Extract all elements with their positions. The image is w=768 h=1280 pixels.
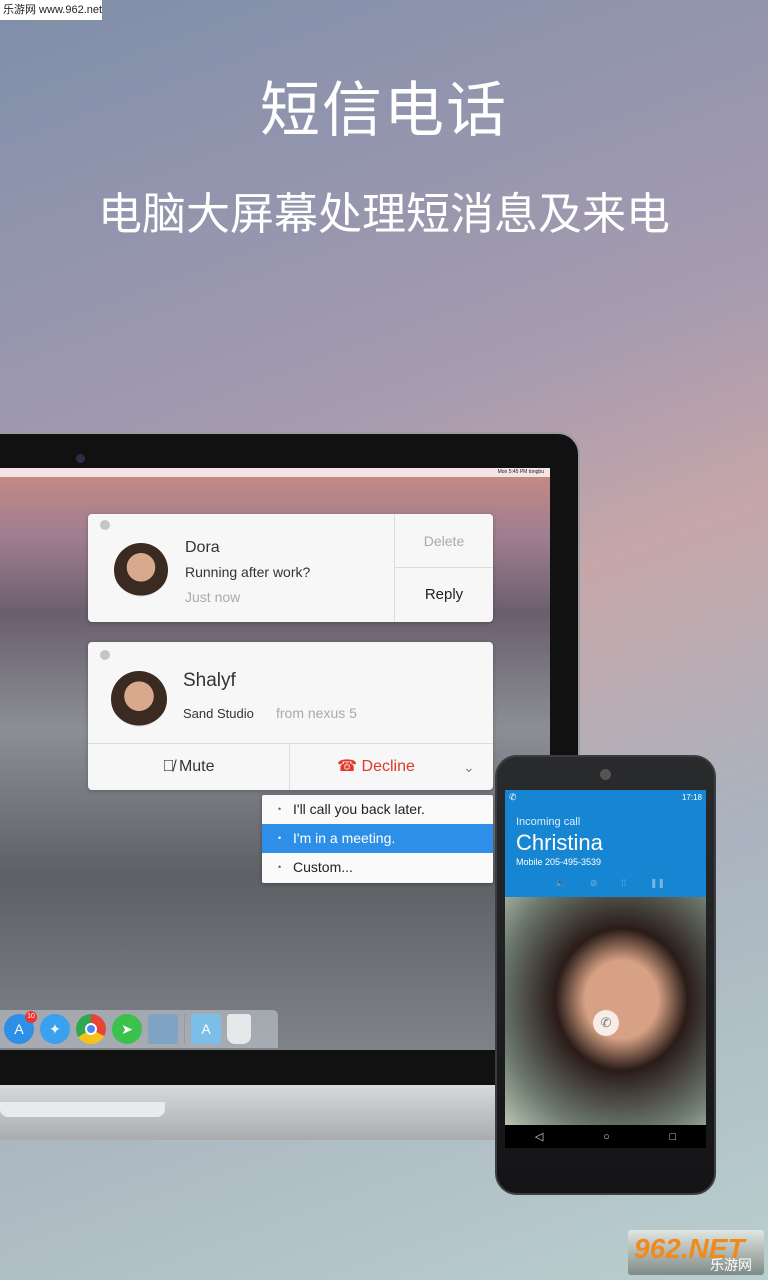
- message-time: Just now: [185, 589, 241, 605]
- status-dot: [100, 520, 110, 530]
- airdroid-icon[interactable]: ➤: [112, 1014, 142, 1044]
- applications-folder-icon[interactable]: A: [191, 1014, 221, 1044]
- logo-sub: 乐游网: [710, 1257, 752, 1273]
- page-title: 短信电话: [260, 76, 508, 146]
- message-notification: Dora Running after work? Just now Delete…: [88, 514, 493, 622]
- mute-icon[interactable]: ⊘: [590, 878, 598, 889]
- caller-photo: ✆: [505, 897, 706, 1125]
- menu-item[interactable]: Custom...: [262, 853, 493, 882]
- menu-item-label: I'll call you back later.: [293, 801, 425, 817]
- recents-icon[interactable]: □: [669, 1131, 676, 1143]
- answer-call-icon[interactable]: ✆: [593, 1010, 619, 1036]
- caller-name: Christina: [516, 830, 603, 855]
- sender-name: Dora: [185, 539, 220, 556]
- camera-icon: [76, 454, 85, 463]
- reply-button[interactable]: Reply: [395, 568, 493, 622]
- decline-label: Decline: [361, 758, 415, 775]
- avatar: [114, 543, 168, 597]
- watermark: 乐游网 www.962.net: [0, 0, 102, 20]
- phone-icon: ✆: [509, 792, 517, 802]
- chevron-down-icon[interactable]: ⌄: [463, 744, 493, 790]
- mute-icon: 🎙̸: [162, 758, 175, 775]
- menu-item-label: I'm in a meeting.: [293, 830, 396, 846]
- hold-icon[interactable]: ❚❚: [650, 878, 665, 889]
- call-source: from nexus 5: [276, 705, 357, 721]
- chrome-icon[interactable]: [76, 1014, 106, 1044]
- phone-screen: ✆ 17:18 Incoming call Christina Mobile 2…: [505, 790, 706, 1148]
- delete-button[interactable]: Delete: [395, 514, 493, 568]
- nav-bar: ◁ ○ □: [505, 1125, 706, 1148]
- action-column: Delete Reply: [394, 514, 493, 622]
- page-subtitle: 电脑大屏幕处理短消息及来电: [98, 189, 670, 240]
- site-logo: 962.NET 乐游网: [628, 1230, 764, 1275]
- dock-divider: [184, 1014, 185, 1044]
- laptop-notch: [0, 1102, 165, 1117]
- dialpad-icon[interactable]: ⁞⁞: [621, 878, 626, 889]
- caller-company: Sand Studio: [183, 706, 254, 721]
- safari-icon[interactable]: ✦: [40, 1014, 70, 1044]
- quick-reply-menu: I'll call you back later. I'm in a meeti…: [262, 795, 493, 883]
- phone-hangup-icon: ☎: [337, 758, 358, 775]
- decline-button[interactable]: ☎ Decline: [291, 744, 461, 790]
- call-controls: 🔈 ⊘ ⁞⁞ ❚❚: [555, 878, 665, 889]
- status-time: 17:18: [681, 793, 702, 802]
- speaker-icon[interactable]: 🔈: [555, 878, 566, 889]
- menu-item[interactable]: I'll call you back later.: [262, 795, 493, 824]
- home-icon[interactable]: ○: [603, 1131, 610, 1143]
- message-text: Running after work?: [185, 564, 311, 580]
- status-dot: [100, 650, 110, 660]
- preview-icon[interactable]: [148, 1014, 178, 1044]
- menu-item-label: Custom...: [293, 859, 353, 875]
- menu-item-selected[interactable]: I'm in a meeting.: [262, 824, 493, 853]
- mute-button[interactable]: 🎙̸ Mute: [88, 744, 290, 790]
- call-label: Incoming call: [516, 816, 581, 828]
- front-camera-icon: [600, 769, 611, 780]
- caller-number: Mobile 205-495-3539: [516, 857, 602, 867]
- badge: 10: [25, 1011, 37, 1023]
- mute-label: Mute: [178, 758, 215, 775]
- incoming-call-header: ✆ 17:18 Incoming call Christina Mobile 2…: [505, 790, 706, 897]
- back-icon[interactable]: ◁: [535, 1130, 543, 1143]
- app-store-icon[interactable]: A 10: [4, 1011, 37, 1044]
- trash-icon[interactable]: [227, 1014, 251, 1044]
- avatar: [111, 671, 167, 727]
- call-notification: Shalyf Sand Studio from nexus 5 🎙̸ Mute …: [88, 642, 493, 790]
- dock: A 10 ✦ ➤ A: [0, 1010, 278, 1048]
- caller-name: Shalyf: [183, 670, 236, 691]
- menu-bar: Mon 5:45 PM tongbu: [0, 468, 550, 477]
